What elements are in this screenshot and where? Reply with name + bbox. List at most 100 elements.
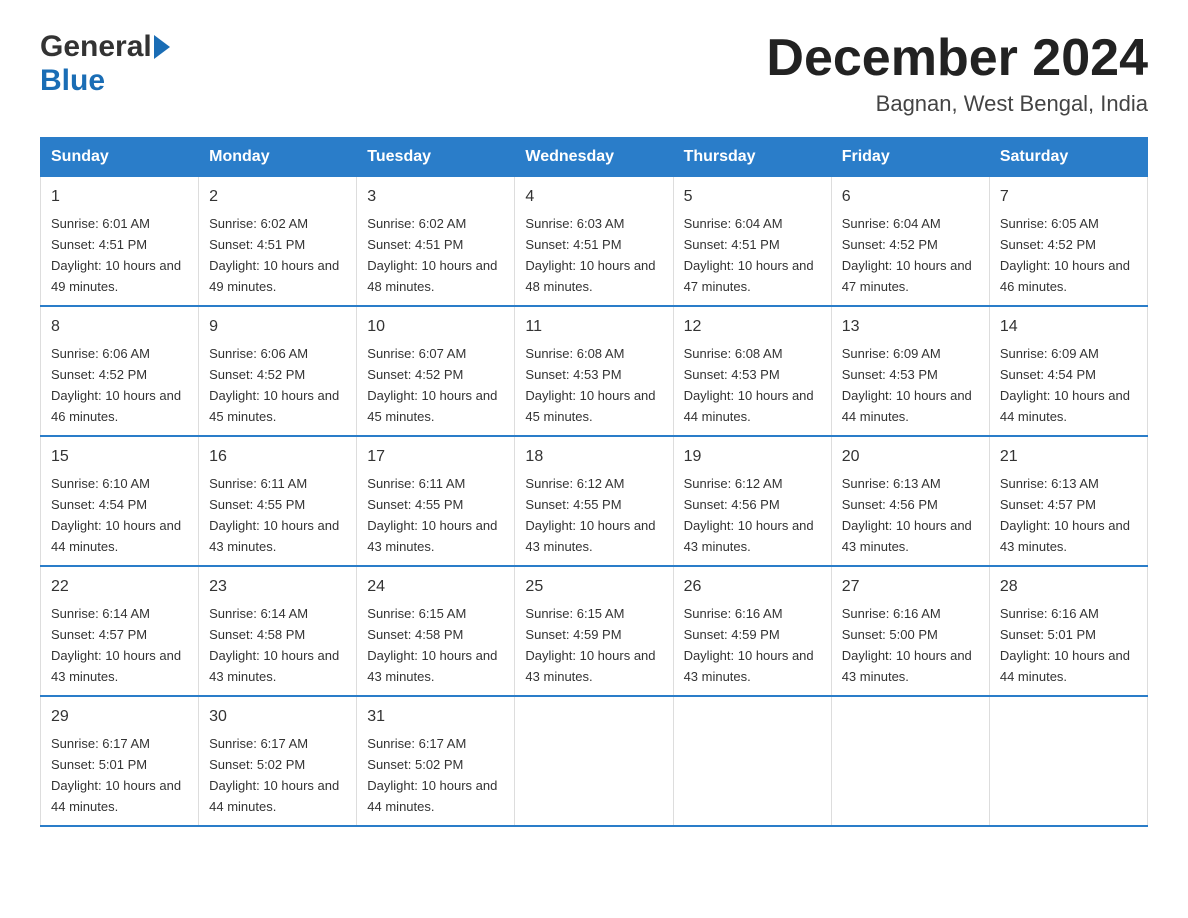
day-info: Sunrise: 6:17 AMSunset: 5:01 PMDaylight:… — [51, 736, 181, 814]
day-info: Sunrise: 6:10 AMSunset: 4:54 PMDaylight:… — [51, 476, 181, 554]
calendar-day-cell — [989, 696, 1147, 826]
day-number: 22 — [51, 575, 188, 599]
day-number: 21 — [1000, 445, 1137, 469]
calendar-week-row: 22Sunrise: 6:14 AMSunset: 4:57 PMDayligh… — [41, 566, 1148, 696]
day-number: 24 — [367, 575, 504, 599]
day-info: Sunrise: 6:02 AMSunset: 4:51 PMDaylight:… — [209, 216, 339, 294]
day-number: 16 — [209, 445, 346, 469]
day-number: 4 — [525, 185, 662, 209]
logo: General Blue — [40, 30, 170, 98]
calendar-day-cell: 29 Sunrise: 6:17 AMSunset: 5:01 PMDayligh… — [41, 696, 199, 826]
calendar-table: SundayMondayTuesdayWednesdayThursdayFrid… — [40, 137, 1148, 827]
calendar-day-cell — [515, 696, 673, 826]
calendar-day-cell: 8 Sunrise: 6:06 AMSunset: 4:52 PMDaylight… — [41, 306, 199, 436]
calendar-day-cell: 15 Sunrise: 6:10 AMSunset: 4:54 PMDayligh… — [41, 436, 199, 566]
calendar-day-cell: 25 Sunrise: 6:15 AMSunset: 4:59 PMDayligh… — [515, 566, 673, 696]
day-number: 7 — [1000, 185, 1137, 209]
day-number: 8 — [51, 315, 188, 339]
calendar-week-row: 8 Sunrise: 6:06 AMSunset: 4:52 PMDaylight… — [41, 306, 1148, 436]
calendar-day-cell: 20Sunrise: 6:13 AMSunset: 4:56 PMDayligh… — [831, 436, 989, 566]
calendar-day-cell: 30 Sunrise: 6:17 AMSunset: 5:02 PMDayligh… — [199, 696, 357, 826]
day-header-sunday: Sunday — [41, 138, 199, 177]
day-number: 9 — [209, 315, 346, 339]
day-info: Sunrise: 6:12 AMSunset: 4:56 PMDaylight:… — [684, 476, 814, 554]
calendar-day-cell: 2 Sunrise: 6:02 AMSunset: 4:51 PMDaylight… — [199, 177, 357, 307]
logo-arrow-icon — [154, 35, 170, 59]
day-number: 27 — [842, 575, 979, 599]
day-number: 2 — [209, 185, 346, 209]
day-number: 12 — [684, 315, 821, 339]
day-info: Sunrise: 6:06 AMSunset: 4:52 PMDaylight:… — [51, 346, 181, 424]
calendar-day-cell: 26 Sunrise: 6:16 AMSunset: 4:59 PMDayligh… — [673, 566, 831, 696]
calendar-day-cell — [673, 696, 831, 826]
day-number: 26 — [684, 575, 821, 599]
logo-general: General — [40, 30, 152, 64]
calendar-day-cell: 4 Sunrise: 6:03 AMSunset: 4:51 PMDaylight… — [515, 177, 673, 307]
day-info: Sunrise: 6:11 AMSunset: 4:55 PMDaylight:… — [367, 476, 497, 554]
day-number: 1 — [51, 185, 188, 209]
day-header-wednesday: Wednesday — [515, 138, 673, 177]
day-number: 6 — [842, 185, 979, 209]
day-number: 28 — [1000, 575, 1137, 599]
page-header: General Blue December 2024 Bagnan, West … — [40, 30, 1148, 117]
day-info: Sunrise: 6:17 AMSunset: 5:02 PMDaylight:… — [367, 736, 497, 814]
day-info: Sunrise: 6:01 AMSunset: 4:51 PMDaylight:… — [51, 216, 181, 294]
day-number: 23 — [209, 575, 346, 599]
day-header-thursday: Thursday — [673, 138, 831, 177]
day-info: Sunrise: 6:13 AMSunset: 4:57 PMDaylight:… — [1000, 476, 1130, 554]
day-info: Sunrise: 6:11 AMSunset: 4:55 PMDaylight:… — [209, 476, 339, 554]
day-header-tuesday: Tuesday — [357, 138, 515, 177]
day-number: 11 — [525, 315, 662, 339]
day-info: Sunrise: 6:09 AMSunset: 4:53 PMDaylight:… — [842, 346, 972, 424]
day-info: Sunrise: 6:17 AMSunset: 5:02 PMDaylight:… — [209, 736, 339, 814]
day-number: 17 — [367, 445, 504, 469]
calendar-day-cell: 11Sunrise: 6:08 AMSunset: 4:53 PMDayligh… — [515, 306, 673, 436]
calendar-day-cell: 9 Sunrise: 6:06 AMSunset: 4:52 PMDaylight… — [199, 306, 357, 436]
calendar-week-row: 15 Sunrise: 6:10 AMSunset: 4:54 PMDayligh… — [41, 436, 1148, 566]
calendar-title: December 2024 — [766, 30, 1148, 87]
day-info: Sunrise: 6:04 AMSunset: 4:52 PMDaylight:… — [842, 216, 972, 294]
calendar-day-cell: 17 Sunrise: 6:11 AMSunset: 4:55 PMDayligh… — [357, 436, 515, 566]
calendar-day-cell: 1 Sunrise: 6:01 AMSunset: 4:51 PMDaylight… — [41, 177, 199, 307]
calendar-day-cell: 12Sunrise: 6:08 AMSunset: 4:53 PMDayligh… — [673, 306, 831, 436]
day-number: 29 — [51, 705, 188, 729]
day-info: Sunrise: 6:02 AMSunset: 4:51 PMDaylight:… — [367, 216, 497, 294]
calendar-day-cell: 13Sunrise: 6:09 AMSunset: 4:53 PMDayligh… — [831, 306, 989, 436]
day-info: Sunrise: 6:03 AMSunset: 4:51 PMDaylight:… — [525, 216, 655, 294]
day-number: 15 — [51, 445, 188, 469]
calendar-day-cell: 27Sunrise: 6:16 AMSunset: 5:00 PMDayligh… — [831, 566, 989, 696]
calendar-day-cell: 21 Sunrise: 6:13 AMSunset: 4:57 PMDayligh… — [989, 436, 1147, 566]
calendar-day-cell: 16 Sunrise: 6:11 AMSunset: 4:55 PMDayligh… — [199, 436, 357, 566]
day-number: 31 — [367, 705, 504, 729]
calendar-day-cell: 23 Sunrise: 6:14 AMSunset: 4:58 PMDayligh… — [199, 566, 357, 696]
calendar-week-row: 29 Sunrise: 6:17 AMSunset: 5:01 PMDayligh… — [41, 696, 1148, 826]
day-info: Sunrise: 6:07 AMSunset: 4:52 PMDaylight:… — [367, 346, 497, 424]
day-info: Sunrise: 6:14 AMSunset: 4:58 PMDaylight:… — [209, 606, 339, 684]
title-section: December 2024 Bagnan, West Bengal, India — [766, 30, 1148, 117]
calendar-day-cell: 10 Sunrise: 6:07 AMSunset: 4:52 PMDayligh… — [357, 306, 515, 436]
day-number: 3 — [367, 185, 504, 209]
day-info: Sunrise: 6:09 AMSunset: 4:54 PMDaylight:… — [1000, 346, 1130, 424]
day-info: Sunrise: 6:06 AMSunset: 4:52 PMDaylight:… — [209, 346, 339, 424]
day-number: 14 — [1000, 315, 1137, 339]
day-number: 30 — [209, 705, 346, 729]
calendar-day-cell — [831, 696, 989, 826]
calendar-week-row: 1 Sunrise: 6:01 AMSunset: 4:51 PMDaylight… — [41, 177, 1148, 307]
calendar-day-cell: 24Sunrise: 6:15 AMSunset: 4:58 PMDayligh… — [357, 566, 515, 696]
calendar-subtitle: Bagnan, West Bengal, India — [766, 91, 1148, 117]
day-info: Sunrise: 6:15 AMSunset: 4:59 PMDaylight:… — [525, 606, 655, 684]
day-number: 5 — [684, 185, 821, 209]
day-info: Sunrise: 6:16 AMSunset: 5:01 PMDaylight:… — [1000, 606, 1130, 684]
logo-blue: Blue — [40, 64, 105, 97]
day-number: 10 — [367, 315, 504, 339]
calendar-day-cell: 22Sunrise: 6:14 AMSunset: 4:57 PMDayligh… — [41, 566, 199, 696]
calendar-day-cell: 5Sunrise: 6:04 AMSunset: 4:51 PMDaylight… — [673, 177, 831, 307]
day-info: Sunrise: 6:16 AMSunset: 4:59 PMDaylight:… — [684, 606, 814, 684]
calendar-day-cell: 28 Sunrise: 6:16 AMSunset: 5:01 PMDayligh… — [989, 566, 1147, 696]
calendar-day-cell: 7Sunrise: 6:05 AMSunset: 4:52 PMDaylight… — [989, 177, 1147, 307]
day-number: 25 — [525, 575, 662, 599]
calendar-day-cell: 31 Sunrise: 6:17 AMSunset: 5:02 PMDayligh… — [357, 696, 515, 826]
day-number: 18 — [525, 445, 662, 469]
calendar-day-cell: 3 Sunrise: 6:02 AMSunset: 4:51 PMDaylight… — [357, 177, 515, 307]
day-number: 19 — [684, 445, 821, 469]
